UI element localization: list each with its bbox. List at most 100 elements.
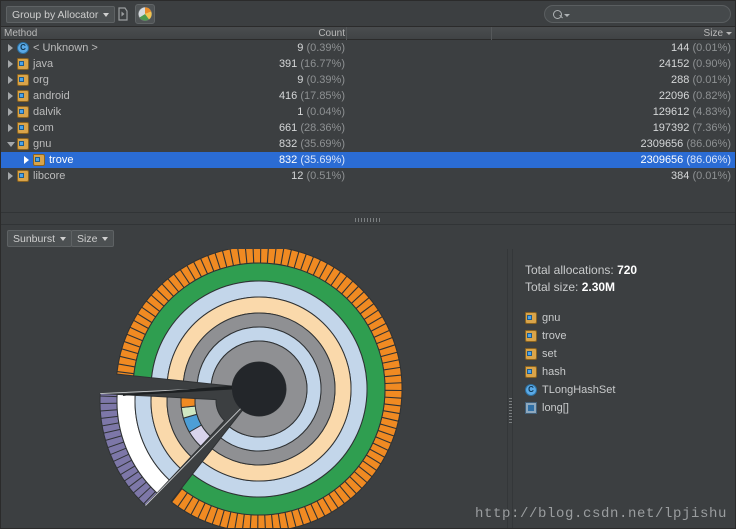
expand-toggle[interactable] [4,44,17,52]
table-row[interactable]: C < Unknown > 9 (0.39%) 144 (0.01%) [1,40,735,56]
chevron-right-icon [8,76,13,84]
table-row[interactable]: libcore 12 (0.51%) 384 (0.01%) [1,168,735,184]
column-divider[interactable] [491,27,492,40]
expand-toggle[interactable] [4,76,17,84]
info-panel: Total allocations: 720 Total size: 2.30M… [513,249,735,528]
sunburst-leaf-divider [384,382,402,385]
row-name-cell: libcore [4,168,65,184]
table-row[interactable]: com 661 (28.36%) 197392 (7.36%) [1,120,735,136]
search-icon [553,10,562,19]
memory-profiler-window: Group by Allocator Method Count Size C <… [0,0,736,529]
size-cell: 197392 (7.36%) [652,122,731,134]
expand-toggle[interactable] [4,141,17,147]
package-icon [17,138,29,150]
row-label: java [33,58,54,70]
row-name-cell: gnu [4,136,51,152]
breadcrumb-item[interactable]: long[] [525,399,735,417]
breadcrumb-label: gnu [542,312,561,324]
size-cell: 2309656 (86.06%) [640,154,731,166]
table-row[interactable]: dalvik 1 (0.04%) 129612 (4.83%) [1,104,735,120]
table-row[interactable]: java 391 (16.77%) 24152 (0.90%) [1,56,735,72]
chart-view-dropdown[interactable]: Sunburst [7,230,73,247]
top-toolbar: Group by Allocator [1,1,735,27]
column-header-count[interactable]: Count [318,27,345,40]
expand-toggle[interactable] [4,172,17,180]
total-size: Total size: 2.30M [525,279,735,296]
column-divider[interactable] [346,27,347,40]
chevron-right-icon [8,172,13,180]
search-field[interactable] [544,5,731,23]
table-row[interactable]: org 9 (0.39%) 288 (0.01%) [1,72,735,88]
row-label: com [33,122,54,134]
sunburst-leaf-divider [252,249,255,264]
sunburst-chart[interactable] [1,249,507,528]
breadcrumb-item[interactable]: gnu [525,309,735,327]
row-name-cell: org [4,72,49,88]
expand-toggle[interactable] [20,156,33,164]
count-cell: 9 (0.39%) [297,74,345,86]
expand-toggle[interactable] [4,124,17,132]
chevron-down-icon[interactable] [564,14,570,17]
table-row[interactable]: gnu 832 (35.69%) 2309656 (86.06%) [1,136,735,152]
count-cell: 832 (35.69%) [278,154,345,166]
sunburst-chart-area[interactable] [1,249,507,528]
table-header: Method Count Size [1,27,735,40]
package-icon [33,154,45,166]
chevron-right-icon [8,44,13,52]
array-icon [525,402,537,414]
count-cell: 832 (35.69%) [278,138,345,150]
expand-toggle[interactable] [4,60,17,68]
row-name-cell: com [4,120,54,136]
splitter-grip-icon [509,397,512,423]
column-header-size[interactable]: Size [704,27,732,40]
size-cell: 144 (0.01%) [671,42,731,54]
sunburst-core[interactable] [232,362,286,416]
row-label: dalvik [33,106,62,118]
sunburst-leaf-divider [100,395,118,398]
size-cell: 384 (0.01%) [671,170,731,182]
breadcrumb-item[interactable]: hash [525,363,735,381]
chevron-down-icon [103,12,110,17]
expand-toggle[interactable] [4,92,17,100]
chevron-right-icon [8,60,13,68]
bottom-panel: Sunburst Size Total allocations: 720 Tot… [1,225,735,528]
column-header-method[interactable]: Method [4,27,37,40]
size-cell: 129612 (4.83%) [652,106,731,118]
breadcrumb-item[interactable]: C TLongHashSet [525,381,735,399]
chart-toolbar: Sunburst Size [1,225,735,249]
chart-metric-dropdown[interactable]: Size [71,230,115,247]
chevron-down-icon [102,236,109,241]
chevron-right-icon [8,124,13,132]
sunburst-exploded-trove-d[interactable] [180,397,196,409]
row-label: android [33,90,70,102]
chart-metric-label: Size [77,232,98,245]
row-label: org [33,74,49,86]
sunburst-chart-toggle-button[interactable] [135,4,155,24]
row-label: trove [49,154,74,166]
row-name-cell: android [4,88,70,104]
breadcrumb-item[interactable]: set [525,345,735,363]
chevron-down-icon [60,236,67,241]
package-icon [17,58,29,70]
package-icon [17,74,29,86]
expand-toggle[interactable] [4,108,17,116]
size-cell: 24152 (0.90%) [658,58,731,70]
breadcrumb-item[interactable]: trove [525,327,735,345]
group-by-allocator-dropdown[interactable]: Group by Allocator [6,6,116,23]
chevron-right-icon [24,156,29,164]
row-name-cell: trove [20,152,73,168]
row-name-cell: C < Unknown > [4,40,98,56]
breadcrumb-label: hash [542,366,566,378]
package-icon [17,106,29,118]
chevron-right-icon [8,108,13,116]
row-label: libcore [33,170,66,182]
horizontal-splitter[interactable] [1,212,735,225]
breadcrumb-label: TLongHashSet [542,384,616,396]
table-row[interactable]: android 416 (17.85%) 22096 (0.82%) [1,88,735,104]
table-row[interactable]: trove 832 (35.69%) 2309656 (86.06%) [1,152,735,168]
chevron-right-icon [8,92,13,100]
export-button[interactable] [113,4,133,24]
total-allocations-value: 720 [617,263,638,277]
total-allocations-label: Total allocations: [525,263,614,277]
allocation-table[interactable]: C < Unknown > 9 (0.39%) 144 (0.01%) java 391 … [1,40,735,212]
